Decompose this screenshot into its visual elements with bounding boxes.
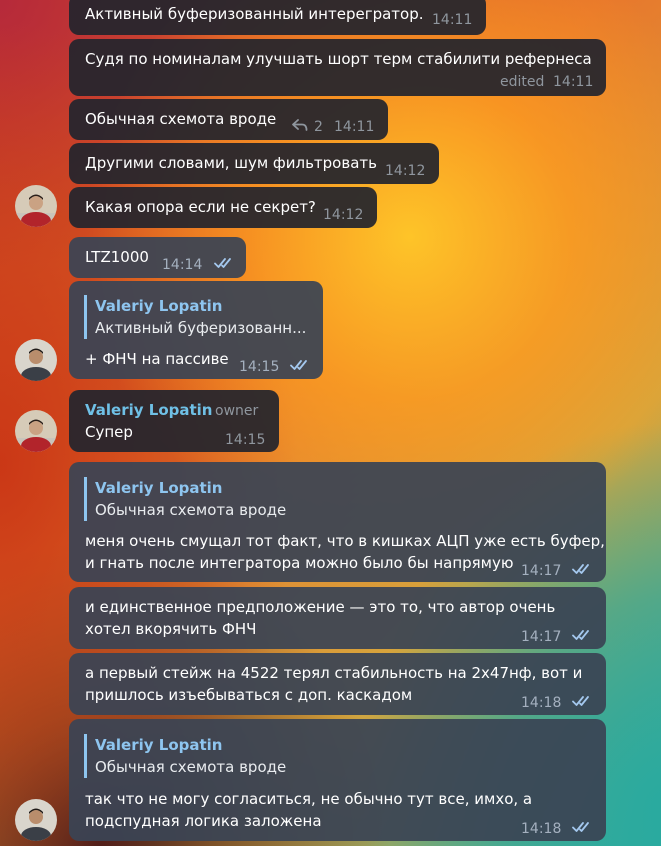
message-text-line: и единственное предположение — это то, ч… [85, 598, 556, 616]
quote-author: Valeriy Lopatin [95, 736, 223, 754]
quote-text: Активный буферизованн... [95, 319, 307, 337]
message-text-line: хотел вкорячить ФНЧ [85, 620, 257, 638]
message-text-line: пришлось изъебываться с доп. каскадом [85, 686, 413, 704]
message-text: Другими словами, шум фильтровать [85, 154, 377, 172]
message-time: 14:12 [323, 207, 364, 223]
reply-quote[interactable]: Valeriy Lopatin Обычная схемота вроде [84, 477, 286, 521]
message-time: 14:15 [225, 432, 266, 448]
message-bubble[interactable]: Активный буферизованный интерегратор. 14… [69, 0, 486, 35]
double-check-icon [572, 630, 589, 640]
quote-author: Valeriy Lopatin [95, 297, 223, 315]
message-text-line: меня очень смущал тот факт, что в кишках… [85, 532, 605, 550]
reply-quote[interactable]: Valeriy Lopatin Обычная схемота вроде [84, 734, 286, 778]
edited-label: edited [500, 74, 545, 90]
message-time: 14:18 [521, 821, 562, 837]
message-bubble[interactable]: Судя по номиналам улучшать шорт терм ста… [69, 39, 606, 96]
avatar[interactable] [15, 185, 57, 227]
message-bubble[interactable]: Другими словами, шум фильтровать 14:12 [69, 143, 439, 184]
message-bubble[interactable]: Valeriy Lopatin Активный буферизованн...… [69, 281, 323, 379]
double-check-icon [572, 696, 589, 706]
message-text: Обычная схемота вроде [85, 110, 277, 128]
double-check-icon [572, 822, 589, 832]
double-check-icon [290, 360, 307, 370]
message-bubble[interactable]: и единственное предположение — это то, ч… [69, 587, 606, 649]
message-bubble[interactable]: а первый стейж на 4522 терял стабильност… [69, 653, 606, 715]
message-time: 14:17 [521, 629, 562, 645]
message-time: 14:15 [239, 359, 280, 375]
quote-text: Обычная схемота вроде [95, 758, 287, 776]
message-time: 14:17 [521, 563, 562, 579]
double-check-icon [214, 258, 231, 268]
message-text: Судя по номиналам улучшать шорт терм ста… [85, 50, 592, 68]
reply-count[interactable]: 2 [314, 116, 323, 138]
message-text-line: и гнать после интегратора можно было бы … [85, 554, 514, 572]
message-time: 14:11 [553, 74, 594, 90]
message-text: Какая опора если не секрет? [85, 198, 316, 216]
message-time: 14:11 [432, 12, 473, 28]
avatar[interactable] [15, 799, 57, 841]
reply-arrow-icon[interactable] [292, 118, 308, 132]
message-bubble[interactable]: Valeriy Lopatin Обычная схемота вроде та… [69, 719, 606, 841]
message-time: 14:14 [162, 257, 203, 273]
message-text: LTZ1000 [85, 248, 149, 266]
reply-quote[interactable]: Valeriy Lopatin Активный буферизованн... [84, 295, 306, 339]
double-check-icon [572, 564, 589, 574]
avatar[interactable] [15, 339, 57, 381]
message-time: 14:18 [521, 695, 562, 711]
message-text: Активный буферизованный интерегратор. [85, 5, 424, 23]
owner-badge: owner [215, 403, 259, 419]
message-bubble[interactable]: LTZ1000 14:14 [69, 237, 246, 278]
message-bubble[interactable]: Valeriy Lopatin Обычная схемота вроде ме… [69, 462, 606, 582]
avatar[interactable] [15, 410, 57, 452]
message-text-line: а первый стейж на 4522 терял стабильност… [85, 664, 583, 682]
message-text: Супер [85, 423, 133, 441]
message-time: 14:12 [385, 163, 426, 179]
message-bubble[interactable]: Обычная схемота вроде 2 14:11 [69, 99, 388, 140]
message-time: 14:11 [334, 119, 375, 135]
quote-text: Обычная схемота вроде [95, 501, 287, 519]
message-bubble[interactable]: Какая опора если не секрет? 14:12 [69, 187, 377, 228]
quote-author: Valeriy Lopatin [95, 479, 223, 497]
message-text: + ФНЧ на пассиве [85, 350, 229, 368]
sender-name[interactable]: Valeriy Lopatin [85, 399, 212, 421]
message-text-line: так что не могу согласиться, не обычно т… [85, 790, 533, 808]
message-text-line: подспудная логика заложена [85, 812, 322, 830]
message-bubble[interactable]: Valeriy Lopatin owner Супер 14:15 [69, 390, 279, 452]
